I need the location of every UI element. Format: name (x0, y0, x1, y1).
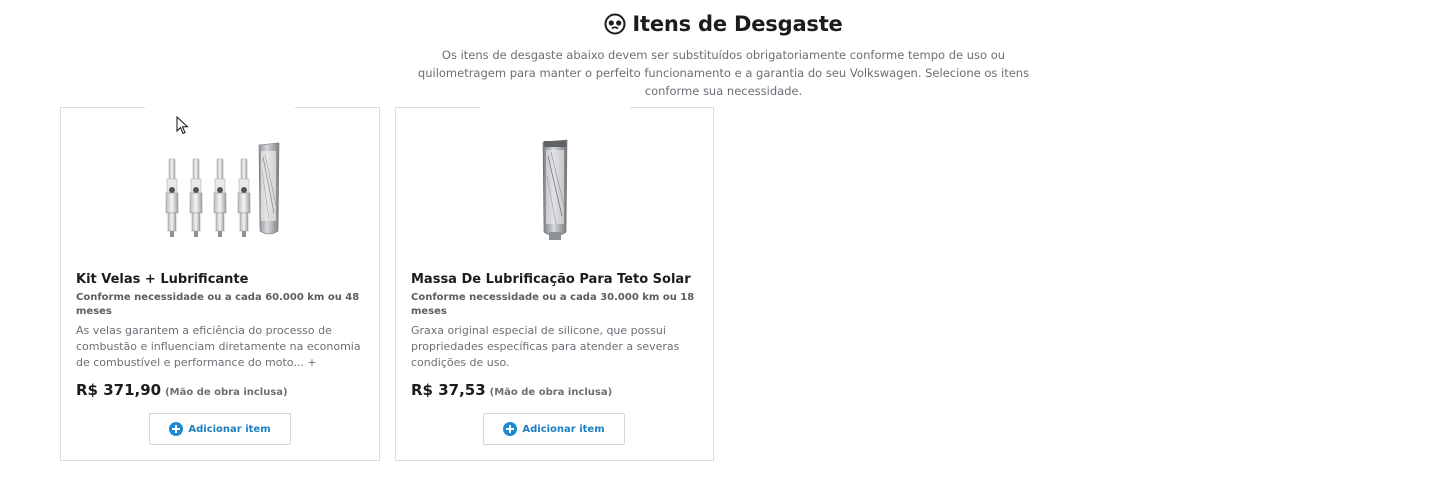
add-item-button[interactable]: Adicionar item (483, 413, 625, 445)
image-top-mask (145, 107, 295, 110)
product-replacement-period: Conforme necessidade ou a cada 60.000 km… (76, 292, 360, 317)
product-image (61, 133, 379, 248)
mouse-cursor-icon (176, 116, 189, 135)
product-card: Massa De Lubrificação Para Teto Solar Co… (395, 107, 714, 461)
labor-included-note: (Mão de obra inclusa) (489, 387, 613, 398)
add-item-button[interactable]: Adicionar item (149, 413, 291, 445)
product-description: Graxa original especial de silicone, que… (411, 323, 701, 371)
image-top-mask (480, 107, 630, 110)
product-title: Massa De Lubrificação Para Teto Solar (411, 272, 691, 287)
product-description-text: As velas garantem a eficiência do proces… (76, 324, 361, 369)
spark-plugs-image (165, 142, 280, 237)
page-title: Itens de Desgaste (632, 12, 843, 36)
read-more-link[interactable]: + (307, 356, 316, 369)
page-subtitle: Os itens de desgaste abaixo devem ser su… (417, 48, 1030, 98)
product-price: R$ 37,53 (411, 381, 486, 399)
product-description: As velas garantem a eficiência do proces… (76, 323, 367, 371)
plus-circle-icon (503, 422, 518, 436)
product-card: Kit Velas + Lubrificante Conforme necess… (60, 107, 380, 461)
section-header: Itens de Desgaste Os itens de desgaste a… (0, 10, 1447, 100)
product-title: Kit Velas + Lubrificante (76, 272, 249, 287)
add-item-label: Adicionar item (522, 423, 605, 435)
price-row: R$ 371,90 (Mão de obra inclusa) (76, 381, 367, 399)
product-details: Massa De Lubrificação Para Teto Solar Co… (411, 271, 701, 399)
wear-parts-icon (604, 13, 626, 35)
product-description-text: Graxa original especial de silicone, que… (411, 324, 680, 369)
labor-included-note: (Mão de obra inclusa) (165, 387, 288, 398)
title-row: Itens de Desgaste (0, 10, 1447, 38)
page: Itens de Desgaste Os itens de desgaste a… (0, 0, 1447, 486)
product-price: R$ 371,90 (76, 381, 162, 399)
product-details: Kit Velas + Lubrificante Conforme necess… (76, 271, 367, 399)
add-item-label: Adicionar item (188, 423, 271, 435)
plus-circle-icon (169, 422, 184, 436)
product-image (396, 133, 713, 248)
lubricant-tube-image (542, 139, 567, 240)
product-replacement-period: Conforme necessidade ou a cada 30.000 km… (411, 292, 695, 317)
price-row: R$ 37,53 (Mão de obra inclusa) (411, 381, 701, 399)
